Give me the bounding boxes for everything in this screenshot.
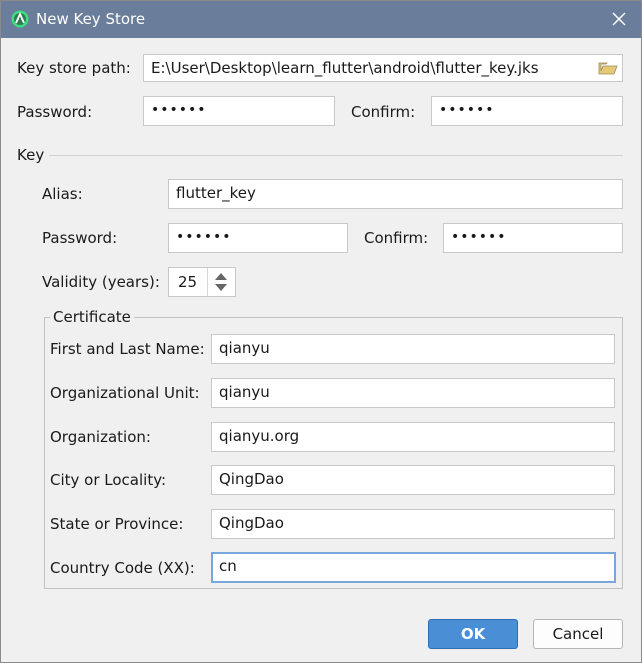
window-title: New Key Store (36, 10, 146, 28)
first-last-name-input[interactable]: qianyu (211, 334, 615, 364)
title-bar: New Key Store (1, 1, 641, 38)
dialog-content: Key store path: E:\User\Desktop\learn_fl… (1, 38, 641, 662)
validity-spinner[interactable]: 25 (168, 267, 236, 297)
key-confirm-input[interactable]: •••••• (443, 223, 623, 253)
organization-label: Organization: (50, 428, 151, 446)
validity-value: 25 (178, 273, 198, 291)
organizational-unit-label: Organizational Unit: (50, 384, 200, 402)
key-store-path-input[interactable]: E:\User\Desktop\learn_flutter\android\fl… (143, 54, 623, 82)
organizational-unit-value: qianyu (219, 383, 270, 401)
keystore-password-value: •••••• (151, 102, 207, 118)
key-section-divider (49, 155, 623, 156)
country-code-input[interactable]: cn (211, 552, 616, 583)
chevron-up-icon[interactable] (215, 273, 227, 280)
keystore-confirm-value: •••••• (439, 102, 495, 118)
key-password-input[interactable]: •••••• (168, 223, 348, 253)
organizational-unit-input[interactable]: qianyu (211, 378, 615, 408)
organization-input[interactable]: qianyu.org (211, 422, 615, 452)
ok-button[interactable]: OK (428, 619, 518, 649)
keystore-password-input[interactable]: •••••• (143, 96, 335, 126)
key-password-value: •••••• (176, 229, 232, 245)
city-locality-value: QingDao (219, 470, 284, 488)
key-confirm-label: Confirm: (364, 229, 429, 247)
state-province-label: State or Province: (50, 515, 184, 533)
alias-input[interactable]: flutter_key (168, 179, 623, 209)
key-store-path-value: E:\User\Desktop\learn_flutter\android\fl… (151, 59, 539, 77)
keystore-confirm-input[interactable]: •••••• (431, 96, 623, 126)
chevron-down-icon[interactable] (215, 284, 227, 291)
android-studio-icon (11, 10, 29, 28)
country-code-value: cn (219, 557, 237, 575)
key-confirm-value: •••••• (451, 229, 507, 245)
state-province-input[interactable]: QingDao (211, 509, 615, 539)
city-locality-input[interactable]: QingDao (211, 465, 615, 495)
folder-icon[interactable] (598, 60, 618, 76)
alias-value: flutter_key (176, 184, 256, 202)
key-password-label: Password: (42, 229, 118, 247)
new-key-store-dialog: New Key Store Key store path: E:\User\De… (0, 0, 642, 663)
organization-value: qianyu.org (219, 427, 300, 445)
validity-label: Validity (years): (42, 273, 160, 291)
close-button[interactable] (605, 6, 633, 32)
country-code-label: Country Code (XX): (50, 559, 195, 577)
first-last-name-value: qianyu (219, 339, 270, 357)
keystore-confirm-label: Confirm: (351, 103, 416, 121)
state-province-value: QingDao (219, 514, 284, 532)
keystore-password-label: Password: (17, 103, 93, 121)
city-locality-label: City or Locality: (50, 471, 167, 489)
certificate-title: Certificate (50, 308, 134, 326)
spinner-divider (207, 268, 208, 296)
cancel-button[interactable]: Cancel (533, 619, 623, 649)
close-icon (612, 12, 626, 26)
first-last-name-label: First and Last Name: (50, 340, 205, 358)
key-section-label: Key (17, 146, 45, 164)
alias-label: Alias: (42, 185, 83, 203)
key-store-path-label: Key store path: (17, 59, 131, 77)
